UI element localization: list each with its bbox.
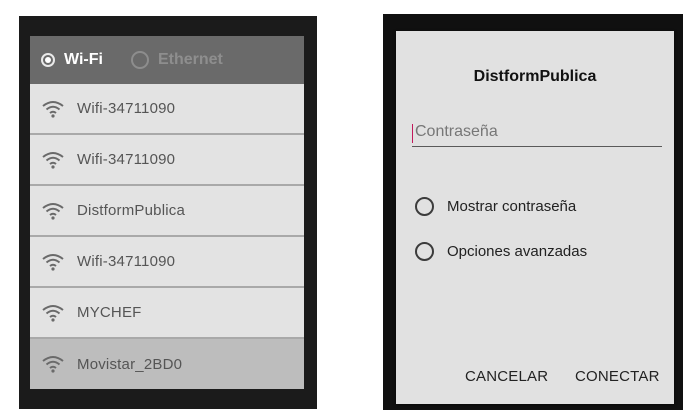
radio-selected-icon [41,53,55,67]
list-item[interactable]: DistformPublica [30,186,304,237]
radio-unchecked-icon[interactable] [415,197,434,216]
advanced-options-option[interactable]: Opciones avanzadas [415,242,587,261]
network-name: Movistar_2BD0 [77,355,183,373]
connection-type-tabs: Wi-Fi Ethernet [30,36,304,84]
wifi-icon [42,100,64,118]
wifi-icon [42,202,64,220]
tab-wifi[interactable]: Wi-Fi [30,36,103,84]
cancel-button[interactable]: CANCELAR [465,368,548,385]
list-item[interactable]: Wifi-34711090 [30,237,304,288]
password-dialog: DistformPublica Mostrar contraseña Opcio… [396,31,674,404]
text-cursor [412,124,413,143]
tab-ethernet-label: Ethernet [157,51,223,68]
list-item[interactable]: Wifi-34711090 [30,84,304,135]
list-item[interactable]: Movistar_2BD0 [30,339,304,389]
wifi-icon [42,253,64,271]
radio-unselected-icon [130,51,149,69]
list-item[interactable]: MYCHEF [30,288,304,339]
wifi-icon [42,355,64,373]
network-list: Wifi-34711090 Wifi-34711090 DistformPubl… [30,84,304,389]
password-input[interactable] [415,120,655,144]
network-panel: Wi-Fi Ethernet Wifi-34711090 Wifi-347110… [19,16,317,409]
dialog-title: DistformPublica [473,68,597,85]
advanced-options-label: Opciones avanzadas [447,243,588,260]
network-name: Wifi-34711090 [77,100,176,117]
password-field[interactable] [412,120,662,147]
network-name: Wifi-34711090 [77,253,176,270]
wifi-icon [42,304,64,322]
show-password-option[interactable]: Mostrar contraseña [415,197,576,216]
network-name: MYCHEF [77,304,142,321]
list-item[interactable]: Wifi-34711090 [30,135,304,186]
radio-unchecked-icon[interactable] [415,242,434,261]
tab-wifi-label: Wi-Fi [64,51,103,68]
show-password-label: Mostrar contraseña [447,198,577,215]
network-name: DistformPublica [77,202,186,219]
wifi-icon [42,151,64,169]
tab-ethernet[interactable]: Ethernet [103,36,223,84]
network-name: Wifi-34711090 [77,151,176,168]
connect-button[interactable]: CONECTAR [575,368,660,385]
